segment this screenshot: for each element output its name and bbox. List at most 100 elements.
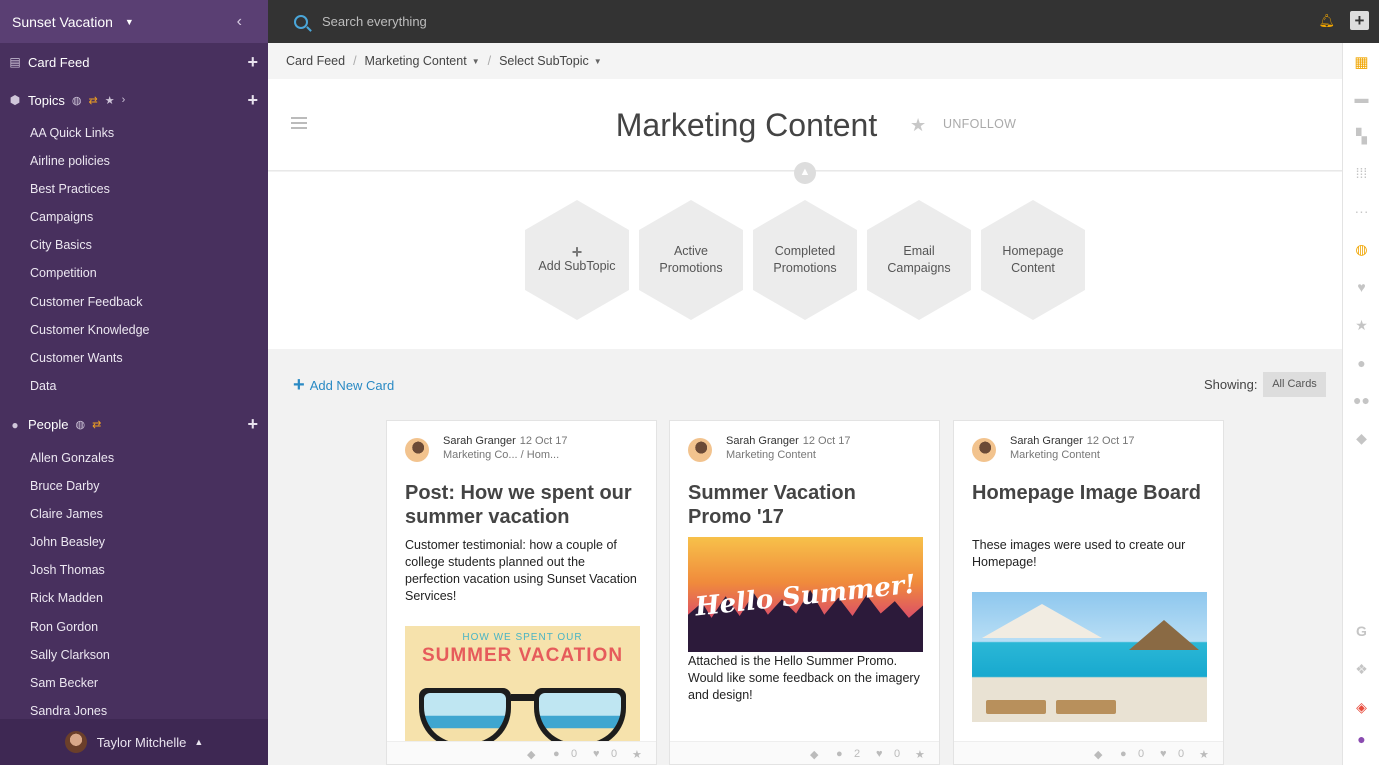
sidebar-item-person[interactable]: Bruce Darby — [0, 472, 268, 500]
sidebar-item-person[interactable]: Allen Gonzales — [0, 444, 268, 472]
like-count: 0 — [611, 748, 618, 760]
people-icon[interactable]: ●● — [1343, 392, 1379, 408]
heart-icon[interactable]: ♥ — [1343, 279, 1379, 295]
author-avatar — [405, 438, 429, 462]
card[interactable]: Sarah Granger 12 Oct 17 Marketing Co... /… — [386, 420, 657, 765]
card-meta: Sarah Granger 12 Oct 17 Marketing Content — [688, 435, 850, 462]
comment-count: 0 — [1138, 748, 1145, 760]
sidebar-item-topic[interactable]: Customer Wants — [0, 344, 268, 372]
add-subtopic-button[interactable]: + Add SubTopic — [525, 200, 629, 320]
breadcrumb-topic[interactable]: Marketing Content — [365, 54, 467, 68]
globe-icon[interactable]: ◍ — [72, 94, 82, 107]
card-path[interactable]: Marketing Co... / Hom... — [443, 449, 567, 461]
bell-icon[interactable]: 🔔︎ — [1318, 13, 1335, 29]
card-title[interactable]: Homepage Image Board — [972, 481, 1207, 505]
chat-bubble-icon[interactable]: ● — [1343, 731, 1379, 747]
author-name[interactable]: Sarah Granger — [1010, 435, 1083, 447]
sidebar-item-topic[interactable]: Campaigns — [0, 203, 268, 231]
card-feed-link[interactable]: ▤ Card Feed + — [0, 43, 268, 81]
collapse-sidebar-icon[interactable]: ‹ — [237, 13, 242, 31]
sidebar-item-topic[interactable]: City Basics — [0, 231, 268, 259]
tag-icon[interactable]: ◆ — [1094, 748, 1102, 761]
chevron-right-icon[interactable]: › — [122, 94, 126, 106]
sidebar-item-person[interactable]: John Beasley — [0, 528, 268, 556]
card-footer: ◆ ● 2 ♥ 0 ★ — [670, 741, 939, 764]
star-icon[interactable]: ★ — [915, 748, 925, 761]
subtopic-hexagon[interactable]: Active Promotions — [639, 200, 743, 320]
user-menu[interactable]: Taylor Mitchelle ▲ — [0, 719, 268, 765]
grid-view-icon[interactable]: ▦ — [1343, 53, 1379, 71]
star-icon[interactable]: ★ — [910, 115, 926, 136]
summer-vacation-image[interactable]: HOW WE SPENT OUR SUMMER VACATION — [405, 626, 640, 748]
collapse-subtopics-icon[interactable]: ▲ — [794, 162, 816, 184]
team-switcher[interactable]: Sunset Vacation ▼ ‹ — [0, 0, 268, 43]
caret-down-icon[interactable]: ▼ — [594, 57, 602, 66]
add-new-card-button[interactable]: + Add New Card — [293, 375, 394, 395]
sidebar-item-topic[interactable]: Airline policies — [0, 147, 268, 175]
dropbox-icon[interactable]: ❖ — [1343, 661, 1379, 678]
star-icon[interactable]: ★ — [632, 748, 642, 761]
people-header[interactable]: ● People ◍ ⇄ + — [0, 406, 268, 444]
sidebar-item-topic[interactable]: Customer Knowledge — [0, 316, 268, 344]
author-name[interactable]: Sarah Granger — [726, 435, 799, 447]
tag-icon[interactable]: ◆ — [1343, 430, 1379, 447]
card[interactable]: Sarah Granger 12 Oct 17 Marketing Content… — [953, 420, 1224, 765]
card-path[interactable]: Marketing Content — [1010, 449, 1134, 461]
heart-icon[interactable]: ♥ — [1160, 748, 1167, 760]
add-card-plus-icon[interactable]: + — [247, 52, 258, 73]
sidebar-item-topic[interactable]: AA Quick Links — [0, 119, 268, 147]
card-title[interactable]: Summer Vacation Promo '17 — [688, 481, 923, 529]
tag-icon[interactable]: ◆ — [527, 748, 535, 761]
subtopics-row: + Add SubTopic Active Promotions Complet… — [268, 172, 1342, 349]
heart-icon[interactable]: ♥ — [876, 748, 883, 760]
sidebar-item-topic[interactable]: Data — [0, 372, 268, 400]
sidebar-item-person[interactable]: Josh Thomas — [0, 556, 268, 584]
subtopic-hexagon[interactable]: Homepage Content — [981, 200, 1085, 320]
tile-view-icon[interactable]: ⁞⁞⁞ — [1343, 165, 1379, 181]
card-title[interactable]: Post: How we spent our summer vacation — [405, 481, 640, 529]
caret-down-icon[interactable]: ▼ — [472, 57, 480, 66]
board-view-icon[interactable]: ▚ — [1343, 128, 1379, 145]
card-filter-select[interactable]: All Cards — [1263, 372, 1326, 397]
add-person-plus-icon[interactable]: + — [247, 414, 258, 435]
shuffle-icon[interactable]: ⇄ — [88, 94, 97, 107]
subtopic-hexagon[interactable]: Completed Promotions — [753, 200, 857, 320]
breadcrumb-subtopic-select[interactable]: Select SubTopic — [499, 54, 589, 68]
person-icon[interactable]: ● — [1343, 355, 1379, 371]
star-icon[interactable]: ★ — [1343, 317, 1379, 334]
sidebar-item-topic[interactable]: Competition — [0, 259, 268, 287]
breadcrumb-card-feed[interactable]: Card Feed — [286, 54, 345, 68]
author-name[interactable]: Sarah Granger — [443, 435, 516, 447]
star-icon[interactable]: ★ — [1199, 748, 1209, 761]
globe-icon[interactable]: ◍ — [75, 418, 85, 431]
sidebar-item-person[interactable]: Sally Clarkson — [0, 641, 268, 669]
subtopic-hexagon[interactable]: Email Campaigns — [867, 200, 971, 320]
comment-icon[interactable]: ● — [1120, 748, 1127, 760]
search-input[interactable] — [322, 14, 722, 29]
google-drive-icon[interactable]: G — [1343, 623, 1379, 639]
heart-icon[interactable]: ♥ — [593, 748, 600, 760]
comment-icon[interactable]: ● — [836, 748, 843, 760]
sidebar-item-person[interactable]: Ron Gordon — [0, 613, 268, 641]
resort-pool-image[interactable] — [972, 592, 1207, 722]
sidebar-item-person[interactable]: Sam Becker — [0, 669, 268, 697]
card-path[interactable]: Marketing Content — [726, 449, 850, 461]
sidebar-item-person[interactable]: Rick Madden — [0, 584, 268, 612]
integration-cube-icon[interactable]: ◈ — [1343, 699, 1379, 716]
unfollow-button[interactable]: UNFOLLOW — [943, 117, 1016, 131]
comment-icon[interactable]: ● — [553, 748, 560, 760]
sidebar-item-topic[interactable]: Best Practices — [0, 175, 268, 203]
hello-summer-image[interactable]: Hello Summer! — [688, 537, 923, 652]
tag-icon[interactable]: ◆ — [810, 748, 818, 761]
create-plus-button[interactable]: + — [1350, 11, 1369, 30]
card[interactable]: Sarah Granger 12 Oct 17 Marketing Content… — [669, 420, 940, 765]
globe-icon[interactable]: ◍ — [1343, 241, 1379, 258]
list-view-icon[interactable]: ▬ — [1343, 90, 1379, 106]
sidebar-item-topic[interactable]: Customer Feedback — [0, 288, 268, 316]
sidebar-item-person[interactable]: Claire James — [0, 500, 268, 528]
topics-header[interactable]: ⬢ Topics ◍ ⇄ ★ › + — [0, 81, 268, 119]
add-topic-plus-icon[interactable]: + — [247, 90, 258, 111]
shuffle-icon[interactable]: ⇄ — [92, 418, 101, 431]
more-icon[interactable]: ··· — [1343, 203, 1379, 219]
star-icon[interactable]: ★ — [105, 94, 115, 107]
